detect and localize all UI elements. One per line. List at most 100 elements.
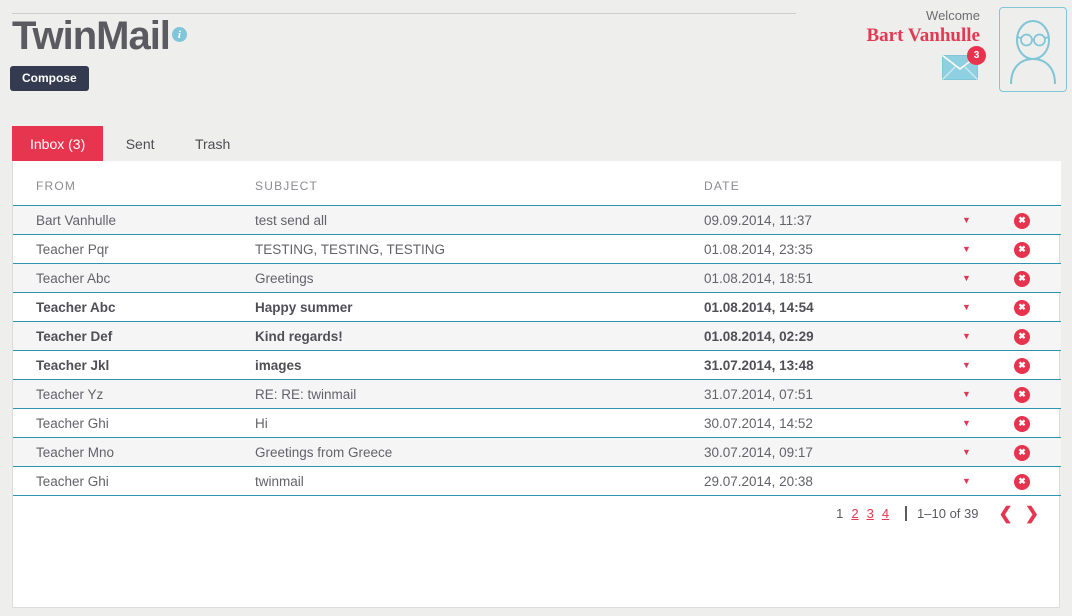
mail-date: 30.07.2014, 09:17 <box>701 437 956 467</box>
delete-icon[interactable]: ✖ <box>1014 444 1030 461</box>
mail-delete-cell: ✖ <box>1014 437 1061 467</box>
table-row[interactable]: Teacher Abc Happy summer 01.08.2014, 14:54… <box>13 292 1061 322</box>
mail-sender[interactable]: Teacher Abc <box>13 263 255 293</box>
mail-expand-cell: ▼ <box>956 437 1014 467</box>
mail-expand-cell: ▼ <box>956 205 1014 235</box>
mail-sender[interactable]: Teacher Ghi <box>13 466 255 496</box>
mail-date: 01.08.2014, 23:35 <box>701 234 956 264</box>
user-name[interactable]: Bart Vanhulle <box>750 24 980 47</box>
mail-subject[interactable]: twinmail <box>255 466 701 496</box>
mail-delete-cell: ✖ <box>1014 350 1061 380</box>
pagination-prev-icon[interactable]: ❮ <box>993 505 1019 522</box>
delete-icon[interactable]: ✖ <box>1014 270 1030 287</box>
user-avatar-icon <box>1010 20 1056 85</box>
pagination-page-1[interactable]: 1 <box>832 506 847 521</box>
mail-expand-cell: ▼ <box>956 263 1014 293</box>
mail-sender[interactable]: Teacher Def <box>13 321 255 351</box>
mail-date: 09.09.2014, 11:37 <box>701 205 956 235</box>
mail-sender[interactable]: Teacher Yz <box>13 379 255 409</box>
mail-subject[interactable]: test send all <box>255 205 701 235</box>
tab-inbox[interactable]: Inbox (3) <box>12 126 104 161</box>
mail-expand-cell: ▼ <box>956 379 1014 409</box>
mail-subject[interactable]: Greetings from Greece <box>255 437 701 467</box>
pagination-page-4[interactable]: 4 <box>878 506 893 521</box>
mail-table: FROM SUBJECT DATE Bart Vanhulle test send… <box>13 161 1061 496</box>
chevron-down-icon[interactable]: ▼ <box>956 415 977 432</box>
brand: TwinMail i <box>12 14 187 58</box>
chevron-down-icon[interactable]: ▼ <box>956 212 977 229</box>
table-row[interactable]: Teacher Mno Greetings from Greece 30.07.20… <box>13 437 1061 467</box>
delete-icon[interactable]: ✖ <box>1014 415 1030 432</box>
mail-expand-cell: ▼ <box>956 292 1014 322</box>
info-icon[interactable]: i <box>171 27 187 42</box>
table-row[interactable]: Bart Vanhulle test send all 09.09.2014, 11… <box>13 205 1061 235</box>
mail-table-body: Bart Vanhulle test send all 09.09.2014, 11… <box>13 205 1061 496</box>
delete-icon[interactable]: ✖ <box>1014 357 1030 374</box>
mail-sender[interactable]: Teacher Jkl <box>13 350 255 380</box>
pagination-page-3[interactable]: 3 <box>863 506 878 521</box>
mail-subject[interactable]: Greetings <box>255 263 701 293</box>
pagination-next-icon[interactable]: ❯ <box>1019 505 1045 522</box>
delete-icon[interactable]: ✖ <box>1014 299 1030 316</box>
mail-sender[interactable]: Bart Vanhulle <box>13 205 255 235</box>
unread-mail-indicator[interactable]: 3 <box>940 46 986 82</box>
table-row[interactable]: Teacher Abc Greetings 01.08.2014, 18:51 ▼ ✖ <box>13 263 1061 293</box>
column-header-subject[interactable]: SUBJECT <box>255 161 701 206</box>
welcome-label: Welcome <box>926 8 980 23</box>
chevron-down-icon[interactable]: ▼ <box>956 444 977 461</box>
delete-icon[interactable]: ✖ <box>1014 386 1030 403</box>
mail-delete-cell: ✖ <box>1014 234 1061 264</box>
avatar[interactable] <box>999 7 1067 92</box>
column-header-from[interactable]: FROM <box>13 161 255 206</box>
mail-sender[interactable]: Teacher Mno <box>13 437 255 467</box>
compose-button[interactable]: Compose <box>10 66 89 91</box>
tab-trash[interactable]: Trash <box>177 126 248 161</box>
mail-sender[interactable]: Teacher Pqr <box>13 234 255 264</box>
welcome-block: Welcome Bart Vanhulle <box>750 8 980 47</box>
mail-sender[interactable]: Teacher Abc <box>13 292 255 322</box>
mail-subject[interactable]: Happy summer <box>255 292 701 322</box>
mail-delete-cell: ✖ <box>1014 408 1061 438</box>
column-header-expand <box>956 161 1014 206</box>
mail-table-header: FROM SUBJECT DATE <box>13 161 1061 206</box>
mail-subject[interactable]: TESTING, TESTING, TESTING <box>255 234 701 264</box>
column-header-date[interactable]: DATE <box>701 161 956 206</box>
chevron-down-icon[interactable]: ▼ <box>956 270 977 287</box>
mail-expand-cell: ▼ <box>956 234 1014 264</box>
page-title: TwinMail <box>12 14 171 58</box>
chevron-down-icon[interactable]: ▼ <box>956 299 977 316</box>
table-row[interactable]: Teacher Pqr TESTING, TESTING, TESTING 01.0… <box>13 234 1061 264</box>
mail-delete-cell: ✖ <box>1014 205 1061 235</box>
mail-list-panel: FROM SUBJECT DATE Bart Vanhulle test send… <box>12 161 1061 608</box>
mail-subject[interactable]: images <box>255 350 701 380</box>
mail-expand-cell: ▼ <box>956 350 1014 380</box>
mail-subject[interactable]: Hi <box>255 408 701 438</box>
delete-icon[interactable]: ✖ <box>1014 241 1030 258</box>
chevron-down-icon[interactable]: ▼ <box>956 357 977 374</box>
table-row[interactable]: Teacher Ghi Hi 30.07.2014, 14:52 ▼ ✖ <box>13 408 1061 438</box>
delete-icon[interactable]: ✖ <box>1014 212 1030 229</box>
mail-expand-cell: ▼ <box>956 408 1014 438</box>
table-row[interactable]: Teacher Ghi twinmail 29.07.2014, 20:38 ▼ ✖ <box>13 466 1061 496</box>
delete-icon[interactable]: ✖ <box>1014 328 1030 345</box>
page-header: TwinMail i Compose Welcome Bart Vanhulle… <box>0 0 1072 118</box>
mail-expand-cell: ▼ <box>956 466 1014 496</box>
mail-delete-cell: ✖ <box>1014 263 1061 293</box>
chevron-down-icon[interactable]: ▼ <box>956 328 977 345</box>
mail-date: 31.07.2014, 07:51 <box>701 379 956 409</box>
chevron-down-icon[interactable]: ▼ <box>956 386 977 403</box>
mail-subject[interactable]: RE: RE: twinmail <box>255 379 701 409</box>
table-row[interactable]: Teacher Yz RE: RE: twinmail 31.07.2014, 07… <box>13 379 1061 409</box>
tab-sent[interactable]: Sent <box>108 126 173 161</box>
chevron-down-icon[interactable]: ▼ <box>956 473 977 490</box>
table-row[interactable]: Teacher Def Kind regards! 01.08.2014, 02:2… <box>13 321 1061 351</box>
pagination-range-label: 1–10 of 39 <box>917 505 979 521</box>
mail-sender[interactable]: Teacher Ghi <box>13 408 255 438</box>
chevron-down-icon[interactable]: ▼ <box>956 241 977 258</box>
pagination-page-2[interactable]: 2 <box>847 506 862 521</box>
delete-icon[interactable]: ✖ <box>1014 473 1030 490</box>
mail-delete-cell: ✖ <box>1014 466 1061 496</box>
mailbox-tabs: Inbox (3) Sent Trash <box>12 126 1060 161</box>
table-row[interactable]: Teacher Jkl images 31.07.2014, 13:48 ▼ ✖ <box>13 350 1061 380</box>
mail-subject[interactable]: Kind regards! <box>255 321 701 351</box>
